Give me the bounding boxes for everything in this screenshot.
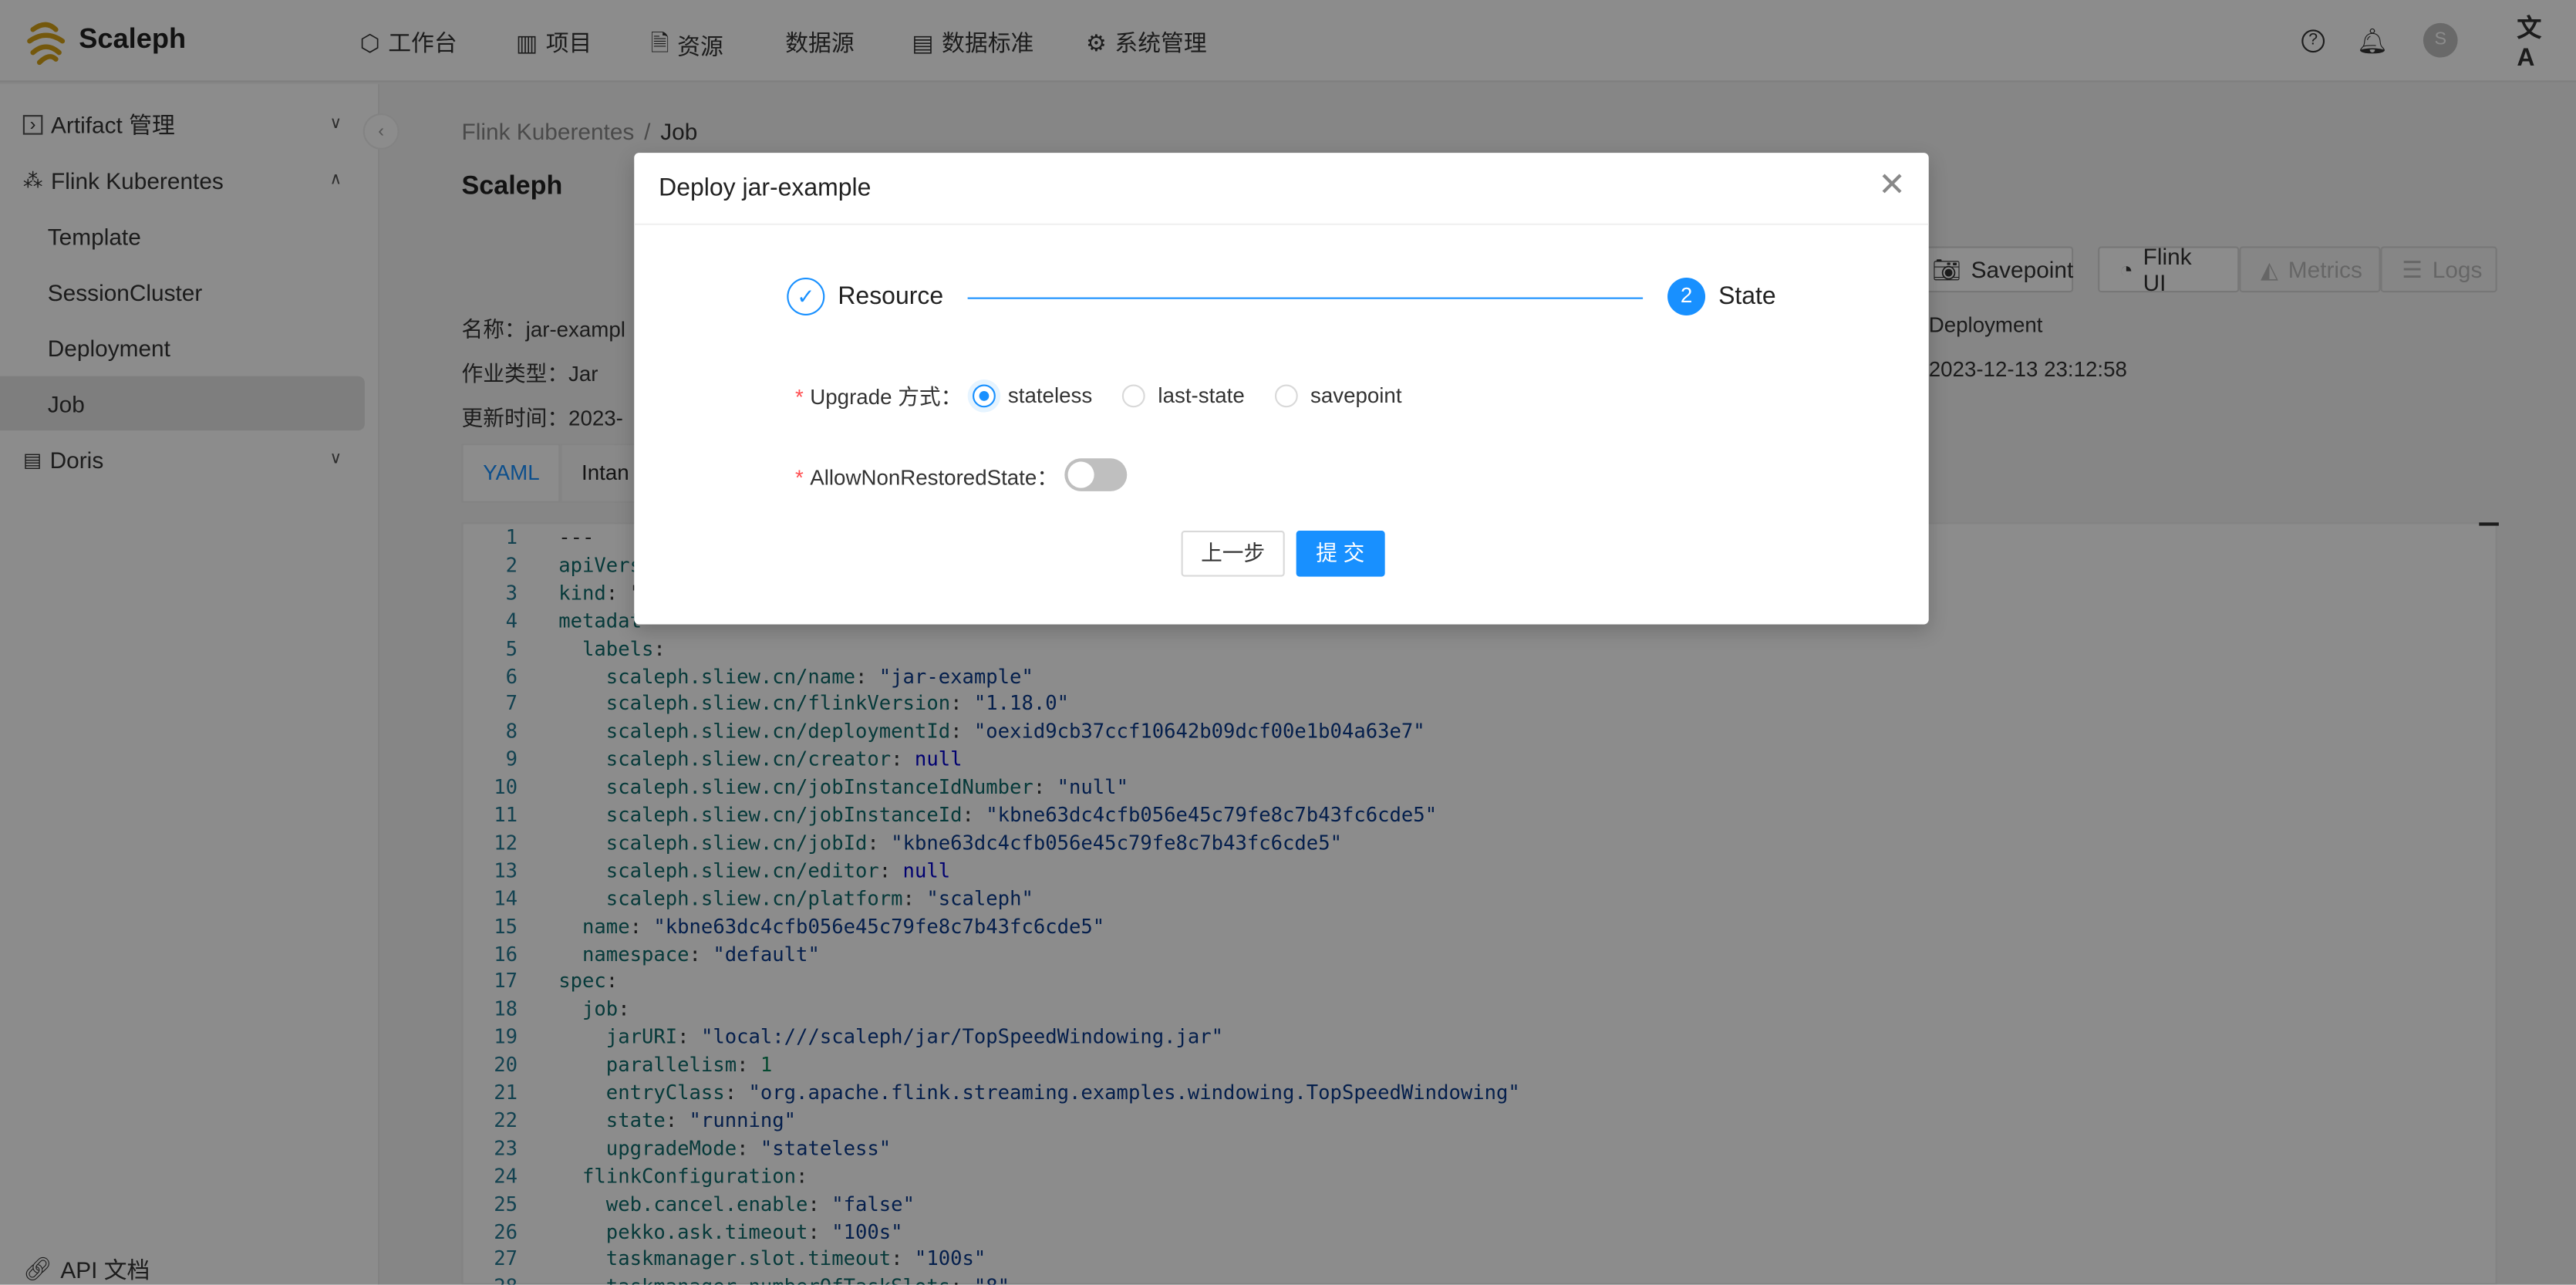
modal-title: Deploy jar-example <box>659 174 872 203</box>
step-connector <box>967 297 1644 299</box>
upgrade-mode-field: * Upgrade 方式： stateless last-state savepo… <box>795 379 1402 410</box>
deploy-modal: Deploy jar-example ✕ ✓ Resource 2 State … <box>634 153 1929 625</box>
step-state: 2 State <box>1667 277 1776 315</box>
required-mark: * <box>794 384 804 410</box>
check-icon: ✓ <box>787 277 825 315</box>
allow-non-restored-label: * AllowNonRestoredState： <box>795 459 1058 490</box>
radio-label: savepoint <box>1310 383 1402 408</box>
prev-step-button[interactable]: 上一步 <box>1181 531 1285 577</box>
allow-non-restored-field: * AllowNonRestoredState： <box>795 458 1128 491</box>
allow-non-restored-switch[interactable] <box>1064 458 1128 491</box>
step-label: Resource <box>838 282 944 311</box>
radio-savepoint[interactable]: savepoint <box>1274 383 1402 408</box>
radio-button[interactable] <box>972 383 995 407</box>
step-resource: ✓ Resource <box>787 277 944 315</box>
required-mark: * <box>794 464 804 489</box>
close-icon[interactable]: ✕ <box>1878 169 1906 202</box>
step-number: 2 <box>1667 277 1706 315</box>
label-text: AllowNonRestoredState： <box>810 464 1058 489</box>
upgrade-mode-label: * Upgrade 方式： <box>795 379 962 410</box>
radio-button[interactable] <box>1121 383 1145 407</box>
radio-label: last-state <box>1158 383 1245 408</box>
label-text: Upgrade 方式： <box>810 384 963 410</box>
radio-label: stateless <box>1007 383 1093 408</box>
radio-last-state[interactable]: last-state <box>1121 383 1245 408</box>
radio-button[interactable] <box>1274 383 1297 407</box>
submit-button[interactable]: 提 交 <box>1296 531 1384 577</box>
step-label: State <box>1718 282 1776 311</box>
modal-header: Deploy jar-example ✕ <box>634 153 1929 225</box>
radio-stateless[interactable]: stateless <box>972 383 1092 407</box>
